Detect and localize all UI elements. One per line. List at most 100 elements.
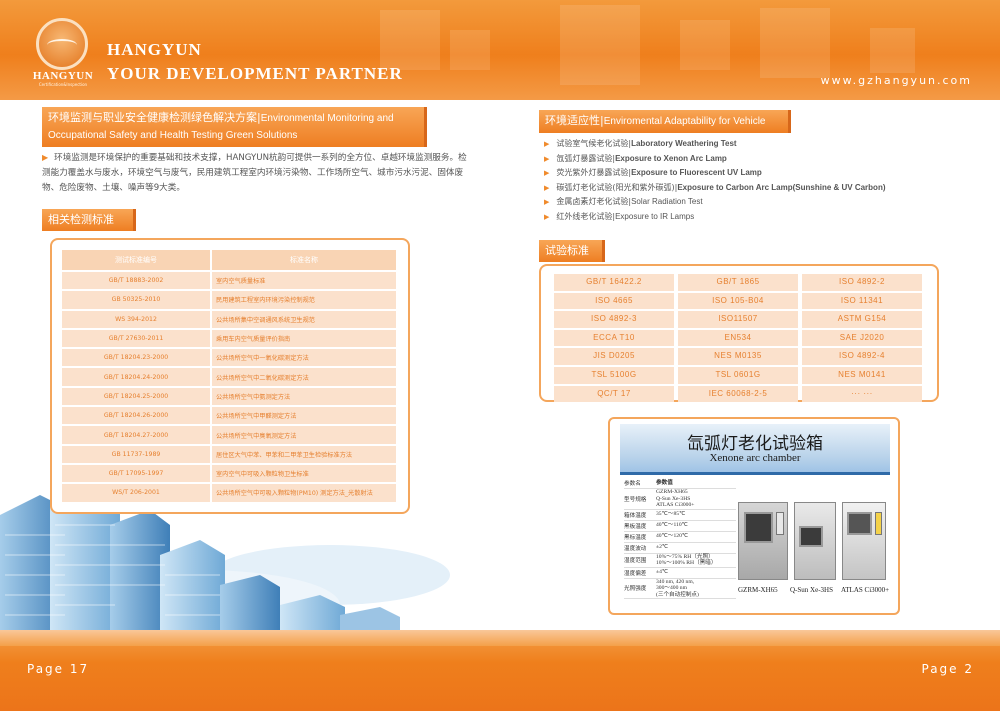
list-item-cn: 红外线老化试验| bbox=[556, 211, 616, 221]
spec-value: GZRM-XH65 Q-Sun Xe-3HS ATLAS Ci3000+ bbox=[656, 489, 695, 508]
standard-cell: ISO11507 bbox=[678, 311, 798, 328]
right-standards-heading-text: 试验标准 bbox=[545, 244, 589, 257]
spec-value: 参数值 bbox=[656, 479, 673, 486]
brand-slogan: YOUR DEVELOPMENT PARTNER bbox=[107, 64, 403, 83]
standard-code: GB 50325-2010 bbox=[62, 291, 212, 309]
warning-label-icon bbox=[874, 512, 883, 535]
decor-square bbox=[760, 8, 830, 78]
standard-cell: ISO 4665 bbox=[554, 292, 674, 310]
spec-row: 温度波动 ±2℃ bbox=[624, 543, 736, 554]
standard-name: 乘用车内空气质量评价指南 bbox=[212, 329, 396, 348]
spec-key: 湿度偏差 bbox=[624, 570, 647, 577]
standard-code: GB/T 18883-2002 bbox=[62, 272, 212, 290]
table-row: GB/T 18883-2002 室内空气质量标准 bbox=[62, 272, 396, 290]
spec-value: 10%～75% RH（光照） 10%～100% RH（黑暗） bbox=[656, 553, 717, 567]
right-standards-heading: 试验标准 bbox=[539, 240, 605, 262]
spec-value: ±2℃ bbox=[656, 544, 669, 551]
standard-code: GB/T 18204.26-2000 bbox=[62, 407, 212, 425]
spec-row: 湿度偏差 ±4℃ bbox=[624, 568, 736, 579]
spec-key: 黑板温度 bbox=[624, 523, 647, 530]
standard-code: GB/T 18204.24-2000 bbox=[62, 368, 212, 386]
standard-name: 室内空气中可吸入颗粒物卫生标准 bbox=[212, 464, 396, 483]
table-row: GB/T 18204.24-2000 公共场所空气中二氧化碳测定方法 bbox=[62, 368, 396, 386]
spec-key: 温度波动 bbox=[624, 545, 647, 552]
standard-cell: ISO 105-B04 bbox=[678, 292, 798, 310]
machine-door bbox=[743, 512, 773, 543]
list-item-en: Laboratory Weathering Test bbox=[631, 139, 737, 148]
standard-cell: GB/T 1865 bbox=[678, 274, 798, 291]
list-item-cn: 试验室气候老化试验| bbox=[556, 139, 632, 148]
decor-square bbox=[870, 28, 915, 73]
header-banner: HANGYUN Certification&Inspection HANGYUN… bbox=[0, 0, 1000, 100]
table-row: GB/T 18204.26-2000 公共场所空气中甲醛测定方法 bbox=[62, 407, 396, 425]
table-header-row: 测试标准编号 标准名称 bbox=[62, 250, 396, 270]
brand-name: HANGYUN bbox=[107, 40, 202, 59]
list-item: ▶ 荧光紫外灯暴露试验|Exposure to Fluorescent UV La… bbox=[544, 166, 944, 181]
list-item-en: Exposure to Fluorescent UV Lamp bbox=[631, 168, 762, 178]
standard-code: GB/T 18204.23-2000 bbox=[62, 349, 212, 367]
standard-code: GB/T 17095-1997 bbox=[62, 464, 212, 483]
machine-door bbox=[799, 525, 823, 548]
bullet-triangle-icon: ▶ bbox=[544, 183, 550, 192]
page-number-right: Page 2 bbox=[921, 662, 974, 676]
intro-text: 环境监测是环境保护的重要基础和技术支撑，HANGYUN杭韵可提供一系列的全方位、… bbox=[42, 153, 467, 193]
spec-row: 型号规格 GZRM-XH65 Q-Sun Xe-3HS ATLAS Ci3000+ bbox=[624, 489, 736, 510]
standard-cell: QC/T 17 bbox=[554, 385, 674, 403]
decor-square bbox=[450, 30, 490, 70]
left-heading-cn: 环境监测与职业安全健康检测绿色解决方案| bbox=[48, 111, 261, 124]
standard-name: 公共场所空气中甲醛测定方法 bbox=[212, 407, 396, 425]
list-item: ▶ 氙弧灯暴露试验|Exposure to Xenon Arc Lamp bbox=[544, 152, 944, 167]
card-title-cn: 氙弧灯老化试验箱 bbox=[687, 434, 823, 454]
spec-key: 型号规格 bbox=[624, 496, 647, 503]
logo-subtext: Certification&Inspection bbox=[38, 82, 88, 87]
test-standards-grid: GB/T 16422.2 GB/T 1865 ISO 4892-2 ISO 46… bbox=[554, 274, 922, 403]
table-row: GB/T 18204.23-2000 公共场所空气中一氧化碳测定方法 bbox=[62, 349, 396, 367]
xenon-chamber-card: 氙弧灯老化试验箱 Xenone arc chamber 参数名 参数值 型号规格 G… bbox=[620, 424, 890, 610]
standard-cell: IEC 60068-2-5 bbox=[678, 385, 798, 403]
spec-row: 黑板温度 40℃～110℃ bbox=[624, 521, 736, 532]
spec-value: 340 nm, 420 nm, 300～400 nm (三个自动控制点) bbox=[656, 578, 699, 598]
spec-row: 湿度范围 10%～75% RH（光照） 10%～100% RH（黑暗） bbox=[624, 554, 736, 568]
right-section-heading: 环境适应性|Enviromental Adaptability for Vehi… bbox=[539, 110, 791, 133]
footer-banner bbox=[0, 630, 1000, 711]
table-row: WS 394-2012 公共场所集中空调通风系统卫生规范 bbox=[62, 310, 396, 328]
list-item: ▶ 红外线老化试验|Exposure to IR Lamps bbox=[544, 210, 944, 225]
decor-square bbox=[380, 10, 440, 70]
machine-photo-gzrm bbox=[738, 502, 788, 580]
machine-door bbox=[847, 512, 873, 535]
standard-code: GB/T 18204.25-2000 bbox=[62, 387, 212, 406]
standard-cell: NES M0141 bbox=[802, 366, 922, 384]
standard-cell: EN534 bbox=[678, 329, 798, 347]
list-item-en: Exposure to Xenon Arc Lamp bbox=[615, 153, 727, 163]
spec-key: 光照强度 bbox=[624, 586, 647, 593]
standard-code: WS 394-2012 bbox=[62, 310, 212, 328]
bullet-triangle-icon: ▶ bbox=[544, 198, 550, 207]
table-row: GB/T 17095-1997 室内空气中可吸入颗粒物卫生标准 bbox=[62, 464, 396, 483]
standard-code: GB/T 18204.27-2000 bbox=[62, 426, 212, 444]
list-item-cn: 碳弧灯老化试验(阳光和紫外碳弧)| bbox=[556, 182, 678, 192]
decor-square bbox=[560, 5, 640, 85]
standard-code: GB/T 27630-2011 bbox=[62, 329, 212, 348]
left-standards-heading: 相关检测标准 bbox=[42, 209, 136, 231]
bullet-triangle-icon: ▶ bbox=[42, 153, 49, 162]
machine-photo-atlas bbox=[842, 502, 886, 580]
spec-key: 湿度范围 bbox=[624, 558, 647, 564]
list-item-en: Exposure to Carbon Arc Lamp(Sunshine & U… bbox=[677, 182, 886, 192]
right-heading-en: Enviromental Adaptability for Vehicle bbox=[603, 116, 766, 127]
list-item: ▶ 金属卤素灯老化试验|Solar Radiation Test bbox=[544, 195, 944, 210]
standard-cell: ISO 4892-3 bbox=[554, 311, 674, 328]
table-row: GB/T 18204.25-2000 公共场所空气中氨测定方法 bbox=[62, 387, 396, 406]
footer-strip bbox=[0, 630, 1000, 646]
card-title-banner: 氙弧灯老化试验箱 Xenone arc chamber bbox=[620, 424, 890, 472]
machine-panel bbox=[775, 512, 785, 535]
standard-cell: JIS D0205 bbox=[554, 348, 674, 365]
list-item-cn: 氙弧灯暴露试验| bbox=[556, 153, 616, 163]
spec-value: 40℃～110℃ bbox=[656, 522, 688, 529]
standard-cell: SAE J2020 bbox=[802, 329, 922, 347]
standard-name: 居住区大气中苯、甲苯和二甲苯卫生检验标准方法 bbox=[212, 445, 396, 463]
machine-label: GZRM-XH65 bbox=[738, 586, 778, 594]
spec-header-row: 参数名 参数值 bbox=[624, 478, 736, 489]
standard-name: 公共场所集中空调通风系统卫生规范 bbox=[212, 310, 396, 328]
spec-row: 黑标温度 40℃～120℃ bbox=[624, 532, 736, 543]
standard-cell: GB/T 16422.2 bbox=[554, 274, 674, 291]
